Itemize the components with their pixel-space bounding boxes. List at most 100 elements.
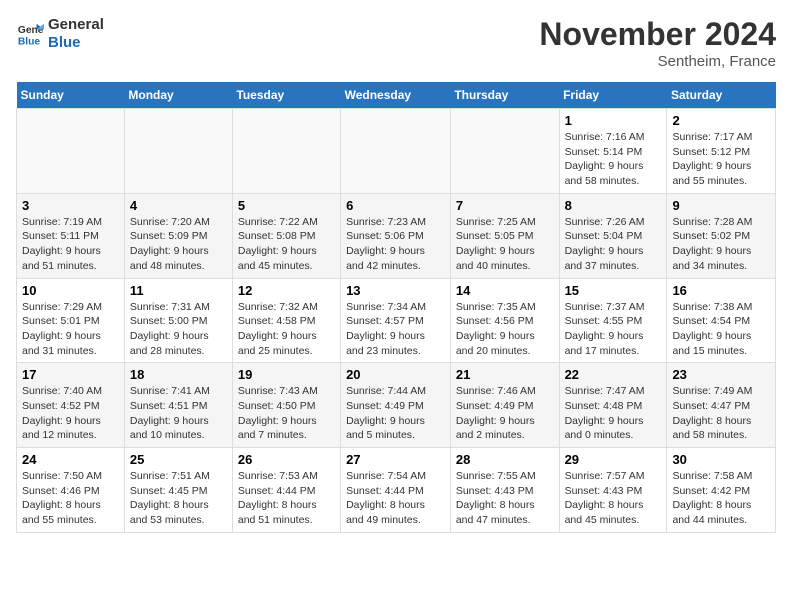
calendar-cell: 9Sunrise: 7:28 AM Sunset: 5:02 PM Daylig… — [667, 193, 776, 278]
day-number: 13 — [346, 283, 445, 298]
day-info: Sunrise: 7:53 AM Sunset: 4:44 PM Dayligh… — [238, 469, 335, 528]
day-info: Sunrise: 7:49 AM Sunset: 4:47 PM Dayligh… — [672, 384, 770, 443]
calendar-cell: 6 Sunrise: 7:23 AM Sunset: 5:06 PM Daylig… — [341, 193, 451, 278]
day-info: Sunrise: 7:35 AM Sunset: 4:56 PM Dayligh… — [456, 300, 554, 359]
day-number: 26 — [238, 452, 335, 467]
calendar-body: 1 Sunrise: 7:16 AM Sunset: 5:14 PM Daylig… — [17, 109, 776, 533]
calendar-cell — [232, 109, 340, 194]
calendar-cell: 28 Sunrise: 7:55 AM Sunset: 4:43 PM Dayli… — [450, 448, 559, 533]
day-info: Sunrise: 7:19 AM Sunset: 5:11 PM Dayligh… — [22, 215, 119, 274]
calendar-cell: 5 Sunrise: 7:22 AM Sunset: 5:08 PM Daylig… — [232, 193, 340, 278]
calendar-cell: 14 Sunrise: 7:35 AM Sunset: 4:56 PM Dayli… — [450, 278, 559, 363]
day-number: 8 — [565, 198, 662, 213]
day-info: Sunrise: 7:17 AM Sunset: 5:12 PM Dayligh… — [672, 130, 770, 189]
calendar-cell: 13 Sunrise: 7:34 AM Sunset: 4:57 PM Dayli… — [341, 278, 451, 363]
day-number: 21 — [456, 367, 554, 382]
day-info: Sunrise: 7:23 AM Sunset: 5:06 PM Dayligh… — [346, 215, 445, 274]
calendar-cell: 11Sunrise: 7:31 AM Sunset: 5:00 PM Dayli… — [124, 278, 232, 363]
day-info: Sunrise: 7:43 AM Sunset: 4:50 PM Dayligh… — [238, 384, 335, 443]
day-number: 7 — [456, 198, 554, 213]
day-number: 22 — [565, 367, 662, 382]
logo-line2: Blue — [48, 34, 104, 52]
logo: General Blue General Blue — [16, 16, 104, 52]
day-number: 29 — [565, 452, 662, 467]
day-number: 1 — [565, 113, 662, 128]
day-info: Sunrise: 7:54 AM Sunset: 4:44 PM Dayligh… — [346, 469, 445, 528]
header-cell-wednesday: Wednesday — [341, 82, 451, 109]
day-info: Sunrise: 7:31 AM Sunset: 5:00 PM Dayligh… — [130, 300, 227, 359]
day-info: Sunrise: 7:38 AM Sunset: 4:54 PM Dayligh… — [672, 300, 770, 359]
calendar-cell — [450, 109, 559, 194]
header-cell-saturday: Saturday — [667, 82, 776, 109]
day-info: Sunrise: 7:25 AM Sunset: 5:05 PM Dayligh… — [456, 215, 554, 274]
title-block: November 2024 Sentheim, France — [539, 16, 776, 70]
calendar-week-1: 3 Sunrise: 7:19 AM Sunset: 5:11 PM Daylig… — [17, 193, 776, 278]
calendar-cell: 1 Sunrise: 7:16 AM Sunset: 5:14 PM Daylig… — [559, 109, 667, 194]
month-title: November 2024 — [539, 16, 776, 53]
calendar-cell: 19Sunrise: 7:43 AM Sunset: 4:50 PM Dayli… — [232, 363, 340, 448]
header-cell-tuesday: Tuesday — [232, 82, 340, 109]
logo-line1: General — [48, 16, 104, 34]
calendar-table: SundayMondayTuesdayWednesdayThursdayFrid… — [16, 82, 776, 533]
day-info: Sunrise: 7:32 AM Sunset: 4:58 PM Dayligh… — [238, 300, 335, 359]
day-info: Sunrise: 7:37 AM Sunset: 4:55 PM Dayligh… — [565, 300, 662, 359]
header-cell-monday: Monday — [124, 82, 232, 109]
day-number: 16 — [672, 283, 770, 298]
day-number: 4 — [130, 198, 227, 213]
day-number: 10 — [22, 283, 119, 298]
calendar-cell: 16 Sunrise: 7:38 AM Sunset: 4:54 PM Dayli… — [667, 278, 776, 363]
day-number: 18 — [130, 367, 227, 382]
calendar-week-4: 24 Sunrise: 7:50 AM Sunset: 4:46 PM Dayli… — [17, 448, 776, 533]
day-info: Sunrise: 7:55 AM Sunset: 4:43 PM Dayligh… — [456, 469, 554, 528]
day-number: 24 — [22, 452, 119, 467]
day-info: Sunrise: 7:47 AM Sunset: 4:48 PM Dayligh… — [565, 384, 662, 443]
calendar-cell — [17, 109, 125, 194]
calendar-cell: 18 Sunrise: 7:41 AM Sunset: 4:51 PM Dayli… — [124, 363, 232, 448]
calendar-cell: 12Sunrise: 7:32 AM Sunset: 4:58 PM Dayli… — [232, 278, 340, 363]
day-info: Sunrise: 7:16 AM Sunset: 5:14 PM Dayligh… — [565, 130, 662, 189]
calendar-week-0: 1 Sunrise: 7:16 AM Sunset: 5:14 PM Daylig… — [17, 109, 776, 194]
svg-text:Blue: Blue — [18, 36, 41, 47]
day-info: Sunrise: 7:41 AM Sunset: 4:51 PM Dayligh… — [130, 384, 227, 443]
calendar-cell — [124, 109, 232, 194]
day-info: Sunrise: 7:51 AM Sunset: 4:45 PM Dayligh… — [130, 469, 227, 528]
day-number: 15 — [565, 283, 662, 298]
day-number: 28 — [456, 452, 554, 467]
day-info: Sunrise: 7:46 AM Sunset: 4:49 PM Dayligh… — [456, 384, 554, 443]
calendar-cell: 15 Sunrise: 7:37 AM Sunset: 4:55 PM Dayli… — [559, 278, 667, 363]
day-info: Sunrise: 7:50 AM Sunset: 4:46 PM Dayligh… — [22, 469, 119, 528]
calendar-header-row: SundayMondayTuesdayWednesdayThursdayFrid… — [17, 82, 776, 109]
day-info: Sunrise: 7:20 AM Sunset: 5:09 PM Dayligh… — [130, 215, 227, 274]
day-number: 27 — [346, 452, 445, 467]
logo-icon: General Blue — [16, 20, 44, 48]
header-cell-thursday: Thursday — [450, 82, 559, 109]
calendar-week-3: 17Sunrise: 7:40 AM Sunset: 4:52 PM Dayli… — [17, 363, 776, 448]
calendar-cell: 23 Sunrise: 7:49 AM Sunset: 4:47 PM Dayli… — [667, 363, 776, 448]
day-number: 6 — [346, 198, 445, 213]
day-info: Sunrise: 7:22 AM Sunset: 5:08 PM Dayligh… — [238, 215, 335, 274]
day-number: 5 — [238, 198, 335, 213]
day-number: 30 — [672, 452, 770, 467]
calendar-cell: 8Sunrise: 7:26 AM Sunset: 5:04 PM Daylig… — [559, 193, 667, 278]
calendar-cell: 3 Sunrise: 7:19 AM Sunset: 5:11 PM Daylig… — [17, 193, 125, 278]
calendar-cell: 7 Sunrise: 7:25 AM Sunset: 5:05 PM Daylig… — [450, 193, 559, 278]
day-info: Sunrise: 7:28 AM Sunset: 5:02 PM Dayligh… — [672, 215, 770, 274]
header: General Blue General Blue November 2024 … — [16, 16, 776, 70]
day-info: Sunrise: 7:44 AM Sunset: 4:49 PM Dayligh… — [346, 384, 445, 443]
day-info: Sunrise: 7:58 AM Sunset: 4:42 PM Dayligh… — [672, 469, 770, 528]
day-info: Sunrise: 7:34 AM Sunset: 4:57 PM Dayligh… — [346, 300, 445, 359]
location: Sentheim, France — [539, 53, 776, 70]
day-number: 3 — [22, 198, 119, 213]
day-number: 14 — [456, 283, 554, 298]
day-number: 23 — [672, 367, 770, 382]
calendar-cell: 21 Sunrise: 7:46 AM Sunset: 4:49 PM Dayli… — [450, 363, 559, 448]
day-info: Sunrise: 7:40 AM Sunset: 4:52 PM Dayligh… — [22, 384, 119, 443]
calendar-cell — [341, 109, 451, 194]
calendar-cell: 2Sunrise: 7:17 AM Sunset: 5:12 PM Daylig… — [667, 109, 776, 194]
calendar-cell: 30 Sunrise: 7:58 AM Sunset: 4:42 PM Dayli… — [667, 448, 776, 533]
calendar-cell: 25Sunrise: 7:51 AM Sunset: 4:45 PM Dayli… — [124, 448, 232, 533]
day-info: Sunrise: 7:29 AM Sunset: 5:01 PM Dayligh… — [22, 300, 119, 359]
calendar-cell: 24 Sunrise: 7:50 AM Sunset: 4:46 PM Dayli… — [17, 448, 125, 533]
header-cell-sunday: Sunday — [17, 82, 125, 109]
calendar-week-2: 10 Sunrise: 7:29 AM Sunset: 5:01 PM Dayli… — [17, 278, 776, 363]
